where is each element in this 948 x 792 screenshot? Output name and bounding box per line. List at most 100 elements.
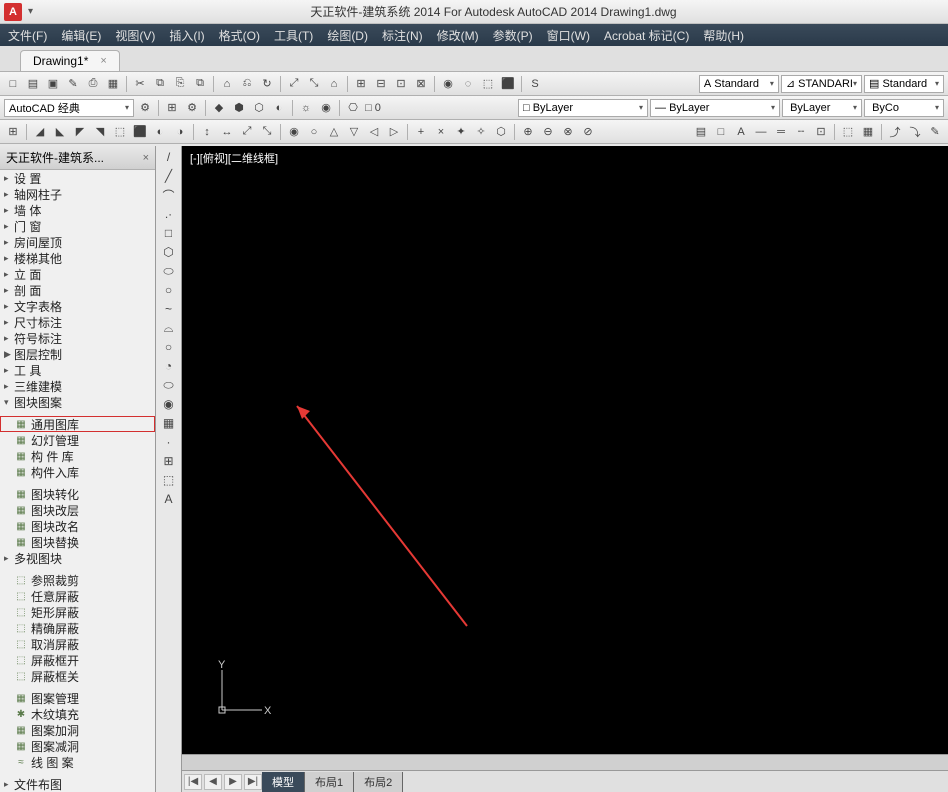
toolbar-button[interactable]: ◉ xyxy=(317,99,335,117)
tree-item[interactable]: ⬚屏蔽框关 xyxy=(0,668,155,684)
toolbar-button[interactable]: ◤ xyxy=(71,123,89,141)
menu-item[interactable]: Acrobat 标记(C) xyxy=(604,27,689,44)
toolbar-button[interactable]: ⤢ xyxy=(285,75,303,93)
close-icon[interactable]: × xyxy=(143,152,149,164)
tree-item[interactable]: ▸工 具 xyxy=(0,362,155,378)
toolbar-button[interactable]: ✎ xyxy=(64,75,82,93)
toolbar-button[interactable]: ⊕ xyxy=(519,123,537,141)
menu-item[interactable]: 工具(T) xyxy=(274,27,313,44)
draw-tool-button[interactable]: ◔ xyxy=(159,357,179,375)
toolbar-button[interactable]: ═ xyxy=(772,123,790,141)
toolbar-button[interactable]: ⧉ xyxy=(191,75,209,93)
toolbar-button[interactable]: ⤢ xyxy=(238,123,256,141)
draw-tool-button[interactable]: ○ xyxy=(159,338,179,356)
toolbar-button[interactable]: ◐ xyxy=(151,123,169,141)
menu-item[interactable]: 标注(N) xyxy=(382,27,423,44)
tree-item[interactable]: ▦图案减洞 xyxy=(0,738,155,754)
tree-item[interactable]: ▦图块转化 xyxy=(0,486,155,502)
tree-item[interactable]: ▦幻灯管理 xyxy=(0,432,155,448)
toolbar-button[interactable]: ◢ xyxy=(31,123,49,141)
toolbar-button[interactable]: ⊡ xyxy=(812,123,830,141)
tree-item[interactable]: ⬚参照裁剪 xyxy=(0,572,155,588)
tree-item[interactable]: ▸文件布图 xyxy=(0,776,155,792)
toolbar-button[interactable]: ○ xyxy=(305,123,323,141)
draw-tool-button[interactable]: □ xyxy=(159,224,179,242)
draw-tool-button[interactable]: ⬚ xyxy=(159,471,179,489)
tree-item[interactable]: ▸门 窗 xyxy=(0,218,155,234)
toolbar-button[interactable]: × xyxy=(432,123,450,141)
toolbar-button[interactable]: A xyxy=(732,123,750,141)
toolbar-button[interactable]: ◉ xyxy=(285,123,303,141)
toolbar-button[interactable]: ◑ xyxy=(171,123,189,141)
tree-item[interactable]: ▦通用图库 xyxy=(0,416,155,432)
toolbar-button[interactable]: ◣ xyxy=(51,123,69,141)
draw-tool-button[interactable]: ⬭ xyxy=(159,376,179,394)
drawing-canvas[interactable]: [-][俯视][二维线框] X Y xyxy=(182,146,948,770)
toolbar-button[interactable]: ▷ xyxy=(385,123,403,141)
tree-item[interactable]: ▸房间屋顶 xyxy=(0,234,155,250)
layout-tab[interactable]: 布局1 xyxy=(305,772,354,792)
toolbar-button[interactable]: ⬛ xyxy=(499,75,517,93)
tree-item[interactable]: ≈线 图 案 xyxy=(0,754,155,770)
toolbar-button[interactable]: □ 0 xyxy=(364,99,382,117)
toolbar-button[interactable]: ⎘ xyxy=(171,75,189,93)
toolbar-button[interactable]: ◌ xyxy=(459,75,477,93)
tree-item[interactable]: ▸多视图块 xyxy=(0,550,155,566)
tree-item[interactable]: ▸墙 体 xyxy=(0,202,155,218)
toolbar-button[interactable]: ⊞ xyxy=(352,75,370,93)
toolbar-button[interactable]: ⬚ xyxy=(479,75,497,93)
draw-tool-button[interactable]: ⊞ xyxy=(159,452,179,470)
toolbar-button[interactable]: + xyxy=(412,123,430,141)
toolbar-button[interactable]: ⊠ xyxy=(412,75,430,93)
draw-tool-button[interactable]: ⌒ xyxy=(159,186,179,204)
tree-item[interactable]: ▸尺寸标注 xyxy=(0,314,155,330)
layout-nav-button[interactable]: ▶| xyxy=(244,774,262,790)
toolbar-button[interactable]: ⊞ xyxy=(4,123,22,141)
toolbar-button[interactable]: ☼ xyxy=(297,99,315,117)
tree-item[interactable]: ▸轴网柱子 xyxy=(0,186,155,202)
toolbar-button[interactable]: ◉ xyxy=(439,75,457,93)
toolbar-button[interactable]: ⤡ xyxy=(258,123,276,141)
tree-item[interactable]: ▦图案管理 xyxy=(0,690,155,706)
tree-item[interactable]: ▦构 件 库 xyxy=(0,448,155,464)
tree-item[interactable]: ▸楼梯其他 xyxy=(0,250,155,266)
toolbar-button[interactable]: ◆ xyxy=(210,99,228,117)
toolbar-button[interactable]: — xyxy=(752,123,770,141)
menu-item[interactable]: 编辑(E) xyxy=(61,27,101,44)
tree-item[interactable]: ⬚矩形屏蔽 xyxy=(0,604,155,620)
app-logo-icon[interactable]: A xyxy=(4,3,22,21)
workspace-settings-button[interactable]: ⚙ xyxy=(136,99,154,117)
style-combo[interactable]: ⊿ STANDARI▾ xyxy=(781,75,862,93)
document-tab[interactable]: Drawing1* × xyxy=(20,50,120,71)
menu-item[interactable]: 格式(O) xyxy=(219,27,260,44)
layer-combo[interactable]: ByCo▾ xyxy=(864,99,944,117)
layer-combo[interactable]: — ByLayer▾ xyxy=(650,99,780,117)
toolbar-button[interactable]: ↻ xyxy=(258,75,276,93)
toolbar-button[interactable]: ↕ xyxy=(198,123,216,141)
tree-item[interactable]: ▶图层控制 xyxy=(0,346,155,362)
layer-combo[interactable]: ByLayer▾ xyxy=(782,99,862,117)
style-combo[interactable]: ▤ Standard▾ xyxy=(864,75,944,93)
toolbar-button[interactable]: ⬚ xyxy=(111,123,129,141)
tree-item[interactable]: ✱木纹填充 xyxy=(0,706,155,722)
toolbar-button[interactable]: ▤ xyxy=(692,123,710,141)
toolbar-button[interactable]: ⊘ xyxy=(579,123,597,141)
toolbar-button[interactable]: ⤵ xyxy=(906,123,924,141)
draw-tool-button[interactable]: / xyxy=(159,148,179,166)
toolbar-button[interactable]: ⊟ xyxy=(372,75,390,93)
draw-tool-button[interactable]: .· xyxy=(159,205,179,223)
menu-item[interactable]: 视图(V) xyxy=(115,27,155,44)
draw-tool-button[interactable]: ~ xyxy=(159,300,179,318)
close-icon[interactable]: × xyxy=(100,55,106,67)
toolbar-button[interactable]: ◐ xyxy=(270,99,288,117)
draw-tool-button[interactable]: ○ xyxy=(159,281,179,299)
menu-item[interactable]: 窗口(W) xyxy=(547,27,590,44)
menu-item[interactable]: 修改(M) xyxy=(437,27,479,44)
draw-tool-button[interactable]: ⬡ xyxy=(159,243,179,261)
layout-nav-button[interactable]: ◀ xyxy=(204,774,222,790)
toolbar-button[interactable]: ⤴ xyxy=(886,123,904,141)
draw-tool-button[interactable]: ▦ xyxy=(159,414,179,432)
tree-item[interactable]: ⬚取消屏蔽 xyxy=(0,636,155,652)
tree-item[interactable]: ▾图块图案 xyxy=(0,394,155,410)
toolbar-button[interactable]: ⊗ xyxy=(559,123,577,141)
